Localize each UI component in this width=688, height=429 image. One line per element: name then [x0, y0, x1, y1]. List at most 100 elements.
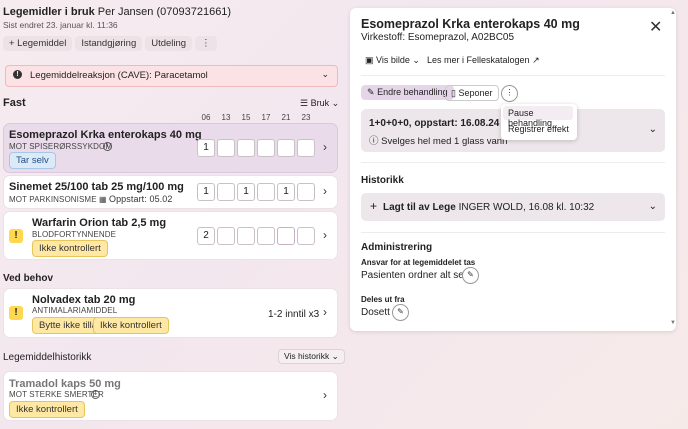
menu-item-register-effect[interactable]: Registrer effekt: [508, 124, 569, 134]
more-options-button[interactable]: ⋮: [501, 85, 518, 102]
time-header-15: 15: [241, 113, 251, 122]
medication-name: Nolvadex tab 20 mg: [32, 294, 136, 306]
medication-indication: BLODFORTYNNENDE: [32, 230, 117, 239]
add-medication-button[interactable]: + Legemiddel: [3, 36, 73, 51]
more-options-menu: Pause behandling Registrer effekt: [501, 104, 577, 140]
dose-box-23[interactable]: [297, 227, 315, 245]
more-actions-button[interactable]: ⋮: [195, 36, 217, 51]
history-row[interactable]: + Lagt til av Lege INGER WOLD, 16.08 kl.…: [361, 193, 665, 221]
change-treatment-button[interactable]: ✎ Endre behandling: [361, 85, 454, 100]
medication-name: Esomeprazol Krka enterokaps 40 mg: [9, 129, 202, 141]
sort-icon: ☰: [300, 98, 309, 108]
dose-box-13[interactable]: [217, 139, 235, 157]
change-treatment-label: Endre behandling: [377, 87, 448, 97]
external-link-icon: ↗: [532, 55, 540, 65]
self-administered-tag: Tar selv: [9, 152, 56, 169]
info-icon[interactable]: i: [103, 142, 112, 151]
preparation-button[interactable]: Istandgjøring: [75, 36, 143, 51]
close-icon[interactable]: ✕: [649, 17, 662, 37]
edit-dispensed-button[interactable]: ✎: [392, 304, 409, 321]
show-image-button[interactable]: ▣ Vis bilde ⌄: [365, 55, 420, 66]
show-history-button[interactable]: Vis historikk ⌄: [278, 349, 345, 364]
prn-dose: 1-2 inntil x3: [268, 309, 320, 320]
time-header-17: 17: [261, 113, 271, 122]
scroll-down-icon[interactable]: ▼: [670, 320, 676, 326]
dose-box-06[interactable]: 2: [197, 227, 215, 245]
medication-name: Sinemet 25/100 tab 25 mg/100 mg: [9, 181, 184, 193]
medication-card-sinemet[interactable]: Sinemet 25/100 tab 25 mg/100 mg MOT PARK…: [4, 176, 337, 208]
not-verified-tag: Ikke kontrollert: [93, 317, 169, 334]
start-date: Oppstart: 05.02: [108, 194, 173, 204]
plus-icon: +: [370, 199, 378, 213]
chevron-right-icon: ›: [323, 184, 327, 198]
info-icon: ⓘ: [369, 136, 379, 147]
toolbar: + Legemiddel Istandgjøring Utdeling ⋮: [3, 36, 217, 51]
dose-box-06[interactable]: 1: [197, 139, 215, 157]
medication-indication: MOT STERKE SMERTER i: [9, 390, 104, 399]
chevron-down-icon: ⌄: [648, 201, 657, 212]
detail-panel: Esomeprazol Krka enterokaps 40 mg ✕ Virk…: [350, 8, 676, 331]
dose-box-15[interactable]: [237, 139, 255, 157]
patient-id: Per Jansen (07093721661): [97, 6, 232, 18]
dose-box-17[interactable]: [257, 227, 275, 245]
dose-box-15[interactable]: [237, 227, 255, 245]
dose-box-21[interactable]: 1: [277, 183, 295, 201]
medication-card-esomeprazol[interactable]: Esomeprazol Krka enterokaps 40 mg MOT SP…: [4, 124, 337, 172]
dose-box-23[interactable]: [297, 183, 315, 201]
dose-box-13[interactable]: [217, 183, 235, 201]
instruction-text: Svelges hel med 1 glass vann: [381, 136, 508, 147]
felleskatalogen-link[interactable]: Les mer i Felleskatalogen ↗: [427, 55, 540, 66]
felleskatalogen-label: Les mer i Felleskatalogen: [427, 55, 530, 65]
divider: [361, 75, 665, 76]
info-icon[interactable]: i: [91, 390, 100, 399]
time-header-06: 06: [201, 113, 211, 122]
dispense-button[interactable]: Utdeling: [145, 36, 193, 51]
sort-by-use-button[interactable]: ☰ Bruk ⌄: [300, 98, 339, 109]
medication-card-tramadol[interactable]: Tramadol kaps 50 mg MOT STERKE SMERTER i…: [4, 372, 337, 420]
medication-card-warfarin[interactable]: ! Warfarin Orion tab 2,5 mg BLODFORTYNNE…: [4, 212, 337, 259]
chevron-down-icon: ⌄: [331, 351, 339, 361]
chevron-right-icon: ›: [323, 388, 327, 402]
responsible-value: Pasienten ordner alt selv: [361, 270, 472, 281]
instruction: ⓘ Svelges hel med 1 glass vann: [369, 133, 507, 147]
time-header-21: 21: [281, 113, 291, 122]
section-fast-heading: Fast: [3, 97, 26, 109]
edit-responsible-button[interactable]: ✎: [462, 267, 479, 284]
dose-box-06[interactable]: 1: [197, 183, 215, 201]
responsible-label: Ansvar for at legemiddelet tas: [361, 258, 476, 267]
dispensed-label: Deles ut fra: [361, 295, 405, 304]
dose-box-17[interactable]: [257, 183, 275, 201]
history-entry: Lagt til av Lege INGER WOLD, 16.08 kl. 1…: [383, 202, 594, 213]
medication-indication: MOT SPISERØRSSYKDOM i: [9, 142, 112, 151]
cave-alert[interactable]: ! Legemiddelreaksjon (CAVE): Paracetamol…: [5, 65, 338, 87]
dose-box-21[interactable]: [277, 139, 295, 157]
scroll-up-icon[interactable]: ▲: [670, 10, 676, 16]
dispensed-value: Dosett: [361, 307, 390, 318]
scrollbar[interactable]: ▲ ▼: [670, 10, 676, 326]
warning-icon: !: [9, 229, 23, 243]
divider: [361, 162, 665, 163]
divider: [361, 232, 665, 233]
medication-indication: MOT PARKINSONISME ▦ Oppstart: 05.02: [9, 194, 173, 204]
sort-label: Bruk: [310, 98, 330, 108]
history-entry-action: Lagt til av Lege: [383, 202, 456, 213]
chevron-down-icon: ⌄: [321, 69, 329, 79]
indication-text: MOT SPISERØRSSYKDOM: [9, 142, 113, 151]
active-substance: Virkestoff: Esomeprazol, A02BC05: [361, 32, 515, 43]
chevron-right-icon: ›: [323, 140, 327, 154]
dose-box-15[interactable]: 1: [237, 183, 255, 201]
dose-box-17[interactable]: [257, 139, 275, 157]
dose-box-21[interactable]: [277, 227, 295, 245]
indication-text: MOT STERKE SMERTER: [9, 390, 104, 399]
administration-heading: Administrering: [361, 242, 433, 253]
dose-box-23[interactable]: [297, 139, 315, 157]
section-prn-heading: Ved behov: [3, 273, 54, 284]
dose-box-13[interactable]: [217, 227, 235, 245]
time-header-13: 13: [221, 113, 231, 122]
dosing-schedule: 1+0+0+0, oppstart: 16.08.24: [369, 118, 500, 129]
discontinue-button[interactable]: ▯ Seponer: [445, 85, 499, 101]
not-verified-tag: Ikke kontrollert: [32, 240, 108, 257]
detail-title: Esomeprazol Krka enterokaps 40 mg: [361, 17, 580, 31]
show-history-label: Vis historikk: [284, 351, 330, 361]
medication-card-nolvadex[interactable]: ! Nolvadex tab 20 mg ANTIMALARIAMIDDEL B…: [4, 289, 337, 337]
